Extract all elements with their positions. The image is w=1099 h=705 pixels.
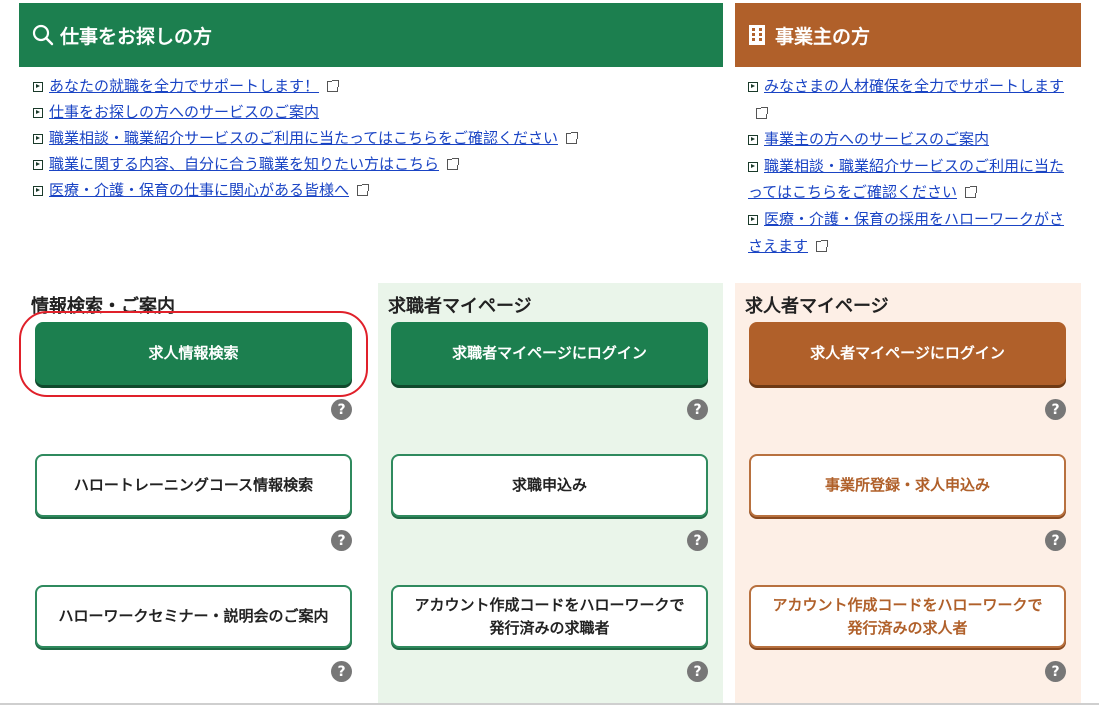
- external-link-icon: [357, 184, 370, 196]
- seeker-link-occupation[interactable]: 職業に関する内容、自分に合う職業を知りたい方はこちら: [33, 151, 713, 177]
- seeker-header: 仕事をお探しの方: [19, 3, 723, 67]
- arrow-box-icon: [748, 82, 758, 92]
- employer-link-services[interactable]: 事業主の方へのサービスのご案内: [748, 126, 1068, 153]
- help-icon[interactable]: ?: [687, 530, 708, 551]
- help-icon[interactable]: ?: [331, 530, 352, 551]
- help-icon[interactable]: ?: [331, 661, 352, 682]
- help-icon[interactable]: ?: [687, 399, 708, 420]
- seeker-mypage-login-button[interactable]: 求職者マイページにログイン: [391, 322, 708, 385]
- employer-header-title: 事業主の方: [775, 25, 871, 48]
- seeker-link-services[interactable]: 仕事をお探しの方へのサービスのご案内: [33, 99, 713, 125]
- employer-header: 事業主の方: [735, 3, 1081, 67]
- external-link-icon: [964, 186, 977, 199]
- seeker-link-list: あなたの就職を全力でサポートします！ 仕事をお探しの方へのサービスのご案内 職業…: [33, 73, 713, 203]
- employer-link-list: みなさまの人材確保を全力でサポートします 事業主の方へのサービスのご案内 職業相…: [748, 73, 1068, 259]
- help-icon[interactable]: ?: [1045, 399, 1066, 420]
- seminar-info-button[interactable]: ハローワークセミナー・説明会のご案内: [35, 585, 352, 648]
- external-link-icon: [447, 158, 460, 170]
- employer-account-code-button[interactable]: アカウント作成コードをハローワークで 発行済みの求人者: [749, 585, 1066, 648]
- external-link-icon: [565, 132, 578, 144]
- employer-link-consult[interactable]: 職業相談・職業紹介サービスのご利用に当たってはこちらをご確認ください: [748, 153, 1068, 206]
- building-icon: [748, 24, 766, 46]
- arrow-box-icon: [33, 82, 43, 92]
- seeker-mypage-title: 求職者マイページ: [388, 296, 532, 317]
- office-registration-button[interactable]: 事業所登録・求人申込み: [749, 454, 1066, 517]
- arrow-box-icon: [33, 108, 43, 118]
- help-icon[interactable]: ?: [687, 661, 708, 682]
- arrow-box-icon: [33, 160, 43, 170]
- search-icon: [32, 24, 54, 46]
- seeker-link-medical[interactable]: 医療・介護・保育の仕事に関心がある皆様へ: [33, 177, 713, 203]
- external-link-icon: [816, 239, 829, 252]
- employer-mypage-login-button[interactable]: 求人者マイページにログイン: [749, 322, 1066, 385]
- seeker-account-code-button[interactable]: アカウント作成コードをハローワークで 発行済みの求職者: [391, 585, 708, 648]
- arrow-box-icon: [33, 134, 43, 144]
- help-icon[interactable]: ?: [331, 399, 352, 420]
- employer-link-medical[interactable]: 医療・介護・保育の採用をハローワークがささえます: [748, 206, 1068, 259]
- help-icon[interactable]: ?: [1045, 661, 1066, 682]
- external-link-icon: [327, 80, 340, 92]
- seeker-link-support[interactable]: あなたの就職を全力でサポートします！: [33, 73, 713, 99]
- external-link-icon: [756, 106, 768, 119]
- arrow-box-icon: [33, 186, 43, 196]
- job-application-button[interactable]: 求職申込み: [391, 454, 708, 517]
- seeker-header-title: 仕事をお探しの方: [60, 25, 213, 48]
- arrow-box-icon: [748, 135, 758, 146]
- seeker-link-consult[interactable]: 職業相談・職業紹介サービスのご利用に当たってはこちらをご確認ください: [33, 125, 713, 151]
- info-section-title: 情報検索・ご案内: [31, 296, 175, 317]
- arrow-box-icon: [748, 161, 758, 172]
- help-icon[interactable]: ?: [1045, 530, 1066, 551]
- employer-mypage-title: 求人者マイページ: [745, 296, 889, 317]
- arrow-box-icon: [748, 214, 758, 225]
- training-course-search-button[interactable]: ハロートレーニングコース情報検索: [35, 454, 352, 517]
- employer-link-support[interactable]: みなさまの人材確保を全力でサポートします: [748, 73, 1068, 126]
- job-search-button[interactable]: 求人情報検索: [35, 322, 352, 385]
